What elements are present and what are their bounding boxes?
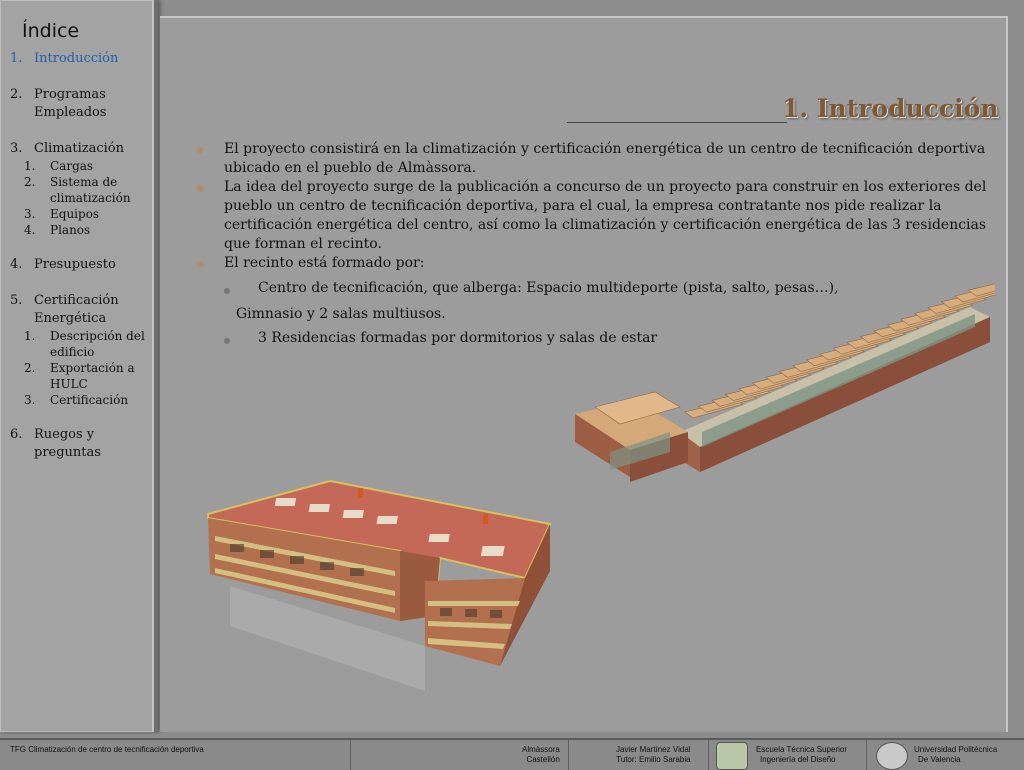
index-item[interactable]: 1. Introducción <box>10 50 150 68</box>
footer-bar: TFG Climatización de centro de tecnifica… <box>0 738 1024 770</box>
bullet-item: ◉ El proyecto consistirá en la climatiza… <box>196 140 996 178</box>
bullet-icon: ◉ <box>196 259 205 270</box>
slide-title: 1. Introducción <box>782 94 999 123</box>
index-item[interactable]: 5. Certificación Energética <box>10 292 150 328</box>
footer-divider <box>708 740 709 770</box>
index-subitem[interactable]: 2. Exportación a HULC <box>10 360 150 392</box>
index-subitem-number: 2. <box>24 361 36 375</box>
index-subitem[interactable]: 1. Cargas <box>10 158 150 174</box>
index-subitem[interactable]: 1. Descripción del edificio <box>10 328 150 360</box>
index-item-label: Climatización <box>34 141 124 156</box>
footer-univ-line: De Valencia <box>918 755 961 764</box>
footer-divider <box>568 740 569 770</box>
index-subitem[interactable]: 2. Sistema de climatización <box>10 174 150 206</box>
university-seal-icon <box>876 742 908 770</box>
bullet-icon: ◉ <box>196 183 205 194</box>
footer-univ-line: Universidad Politécnica <box>914 745 998 754</box>
sports-center-render <box>575 283 995 482</box>
index-subitem-number: 3. <box>24 207 36 221</box>
index-item[interactable]: 2. Programas Empleados <box>10 86 150 122</box>
index-subitem-label: Cargas <box>50 159 94 173</box>
index-sidebar: Índice 1. Introducción 2. Programas Emplead… <box>0 0 158 732</box>
footer-place: Almàssora Castellón <box>522 745 560 765</box>
index-item[interactable]: 4. Presupuesto <box>10 256 150 274</box>
bullet-item: ◉ La idea del proyecto surge de la publi… <box>196 178 996 254</box>
title-underline <box>567 122 787 123</box>
footer-school-line: Ingeniería del Diseño <box>760 755 836 764</box>
bullet-text: El recinto está formado por: <box>224 255 425 271</box>
index-title: Índice <box>22 20 80 42</box>
index-subitem-number: 1. <box>24 159 36 173</box>
index-gap <box>10 274 150 292</box>
index-gap <box>10 238 150 256</box>
footer-project: TFG Climatización de centro de tecnifica… <box>10 745 204 754</box>
index-subitem[interactable]: 3. Certificación <box>10 392 150 408</box>
index-item-label: Certificación Energética <box>34 293 119 326</box>
index-item-label: Introducción <box>34 51 119 66</box>
index-item[interactable]: 6. Ruegos y preguntas <box>10 426 150 462</box>
index-subitem-label: Descripción del edificio <box>50 329 145 359</box>
bullet-icon: ◉ <box>196 145 205 156</box>
footer-school: Escuela Técnica Superior Ingeniería del … <box>756 745 847 765</box>
index-gap <box>10 68 150 86</box>
residence-render <box>207 479 552 691</box>
index-item-number: 5. <box>10 293 23 308</box>
index-list: 1. Introducción 2. Programas Empleados 3. Cli… <box>10 50 150 462</box>
index-item-label: Ruegos y preguntas <box>34 427 101 460</box>
footer-divider <box>350 740 351 770</box>
index-subitem-number: 2. <box>24 175 36 189</box>
footer-place-line: Almàssora <box>522 745 560 754</box>
index-item-number: 4. <box>10 257 23 272</box>
index-gap <box>10 408 150 426</box>
index-item[interactable]: 3. Climatización <box>10 140 150 158</box>
index-subitem-label: Exportación a HULC <box>50 361 135 391</box>
index-subitem-number: 4. <box>24 223 36 237</box>
index-subitem-number: 3. <box>24 393 36 407</box>
index-item-number: 6. <box>10 427 23 442</box>
index-subitem-label: Equipos <box>50 207 100 221</box>
footer-university: Universidad Politécnica De Valencia <box>914 745 997 765</box>
footer-school-line: Escuela Técnica Superior <box>756 745 848 754</box>
footer-divider <box>866 740 867 770</box>
index-item-number: 2. <box>10 87 23 102</box>
index-subitem[interactable]: 4. Planos <box>10 222 150 238</box>
index-item-number: 1. <box>10 51 23 66</box>
index-item-label: Programas Empleados <box>34 87 107 120</box>
footer-author-line: Javier Martínez Vidal <box>616 745 691 754</box>
footer-tutor-line: Tutor: Emilio Sarabia <box>616 755 691 764</box>
index-subitem-number: 1. <box>24 329 36 343</box>
index-subitem-label: Certificación <box>50 393 129 407</box>
index-item-label: Presupuesto <box>34 257 116 272</box>
footer-author: Javier Martínez Vidal Tutor: Emilio Sara… <box>616 745 691 765</box>
bullet-text: La idea del proyecto surge de la publica… <box>224 179 987 252</box>
school-logo-icon <box>716 742 748 770</box>
bullet-item: ◉ El recinto está formado por: <box>196 254 996 274</box>
index-gap <box>10 122 150 140</box>
index-subitem-label: Sistema de climatización <box>50 175 131 205</box>
footer-place-line: Castellón <box>526 755 560 764</box>
index-subitem[interactable]: 3. Equipos <box>10 206 150 222</box>
sub-bullet-icon: ● <box>223 286 231 295</box>
sub-bullet-icon: ● <box>223 336 231 345</box>
bullet-text: El proyecto consistirá en la climatizaci… <box>224 141 986 176</box>
index-item-number: 3. <box>10 141 23 156</box>
index-subitem-label: Planos <box>50 223 91 237</box>
